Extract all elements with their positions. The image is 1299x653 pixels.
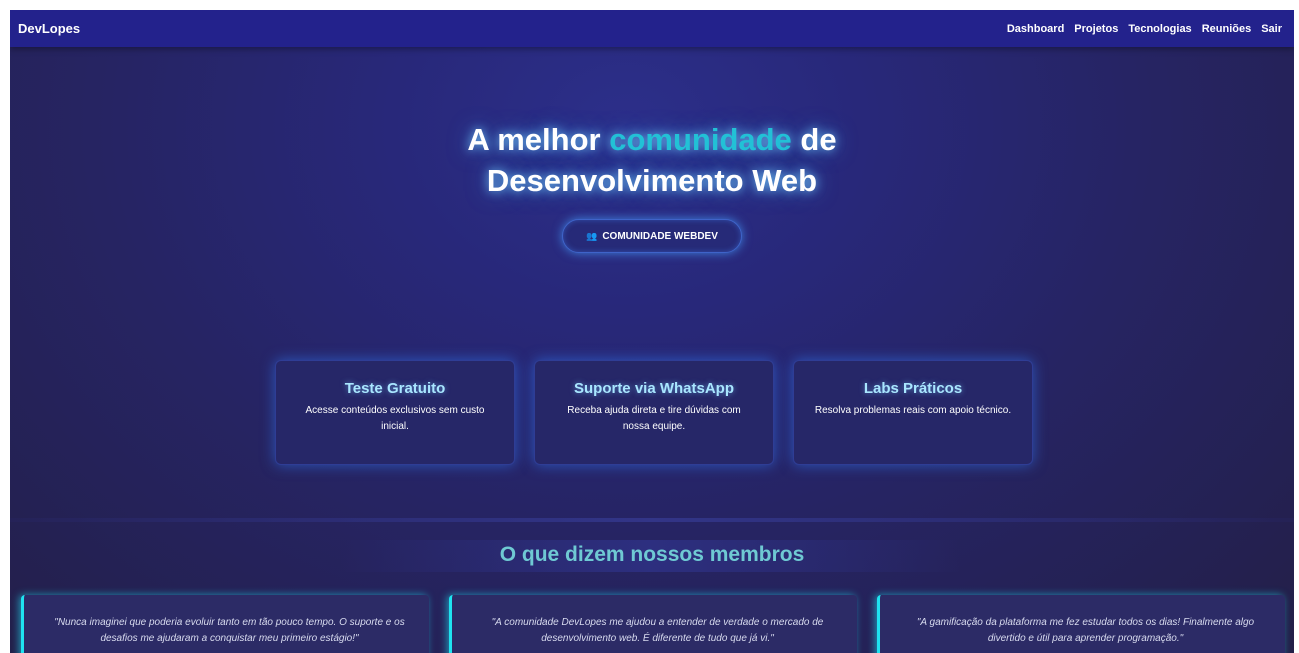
- community-button-label: COMUNIDADE WEBDEV: [602, 230, 718, 242]
- hero-title-prefix: A melhor: [467, 122, 610, 157]
- testimonial-card: "Nunca imaginei que poderia evoluir tant…: [21, 595, 429, 653]
- nav-link-tecnologias[interactable]: Tecnologias: [1128, 23, 1191, 35]
- section-divider: [10, 518, 1294, 522]
- features-section: Teste Gratuito Acesse conteúdos exclusiv…: [275, 360, 1035, 465]
- hero-title-suffix: de: [791, 122, 837, 157]
- hero-title: A melhor comunidade de Desenvolvimento W…: [10, 119, 1294, 201]
- page-frame: DevLopes Dashboard Projetos Tecnologias …: [10, 10, 1294, 653]
- testimonial-text: "Nunca imaginei que poderia evoluir tant…: [54, 617, 405, 644]
- feature-description: Resolva problemas reais com apoio técnic…: [814, 405, 1012, 416]
- community-button[interactable]: 👥 COMUNIDADE WEBDEV: [562, 219, 742, 253]
- nav-link-dashboard[interactable]: Dashboard: [1007, 23, 1064, 35]
- testimonial-text: "A comunidade DevLopes me ajudou a enten…: [491, 617, 824, 644]
- feature-card-labs: Labs Práticos Resolva problemas reais co…: [793, 360, 1033, 465]
- nav-link-projetos[interactable]: Projetos: [1074, 23, 1118, 35]
- feature-card-whatsapp-support: Suporte via WhatsApp Receba ajuda direta…: [534, 360, 774, 465]
- feature-title: Labs Práticos: [863, 380, 963, 397]
- nav-link-reunioes[interactable]: Reuniões: [1202, 23, 1252, 35]
- feature-description: Acesse conteúdos exclusivos sem custo in…: [305, 405, 485, 432]
- people-icon: 👥: [586, 230, 598, 241]
- feature-description: Receba ajuda direta e tire dúvidas com n…: [567, 405, 741, 432]
- feature-title: Suporte via WhatsApp: [573, 380, 734, 397]
- hero-title-line2: Desenvolvimento Web: [486, 163, 818, 198]
- brand-logo[interactable]: DevLopes: [18, 21, 80, 36]
- hero-title-accent: comunidade: [609, 122, 792, 157]
- testimonial-text: "A gamificação da plataforma me fez estu…: [916, 617, 1255, 644]
- testimonial-card: "A comunidade DevLopes me ajudou a enten…: [449, 595, 857, 653]
- testimonial-card: "A gamificação da plataforma me fez estu…: [877, 595, 1285, 653]
- testimonials-section: "Nunca imaginei que poderia evoluir tant…: [21, 595, 1285, 653]
- testimonials-title: O que dizem nossos membros: [499, 543, 805, 566]
- nav-link-sair[interactable]: Sair: [1261, 23, 1282, 35]
- hero-section: A melhor comunidade de Desenvolvimento W…: [10, 47, 1294, 320]
- feature-title: Teste Gratuito: [344, 380, 446, 397]
- nav-links: Dashboard Projetos Tecnologias Reuniões …: [1007, 23, 1282, 35]
- feature-card-free-trial: Teste Gratuito Acesse conteúdos exclusiv…: [275, 360, 515, 465]
- top-navbar: DevLopes Dashboard Projetos Tecnologias …: [10, 10, 1294, 47]
